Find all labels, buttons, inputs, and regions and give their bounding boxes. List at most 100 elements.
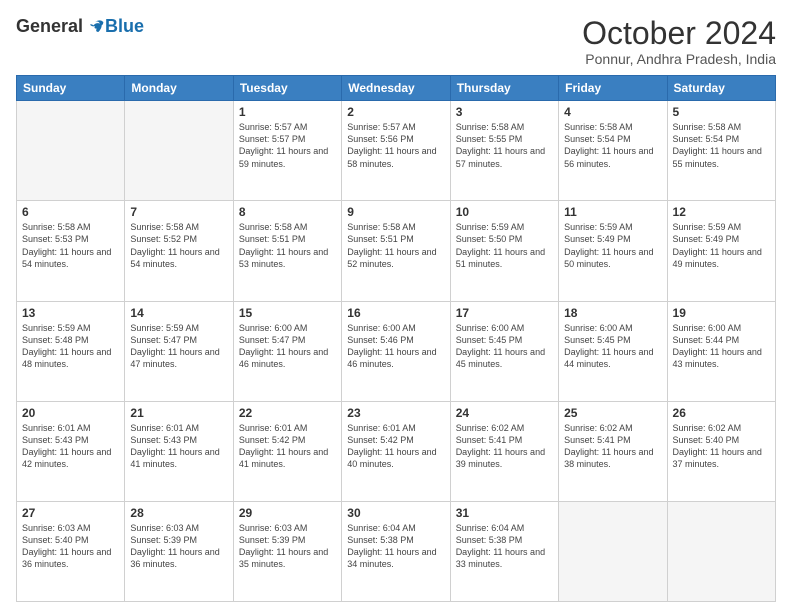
day-number: 18 [564,306,661,320]
table-row: 11 Sunrise: 5:59 AM Sunset: 5:49 PM Dayli… [559,201,667,301]
day-info: Sunrise: 5:58 AM Sunset: 5:55 PM Dayligh… [456,121,553,170]
table-row: 19 Sunrise: 6:00 AM Sunset: 5:44 PM Dayli… [667,301,775,401]
day-number: 4 [564,105,661,119]
day-info: Sunrise: 5:59 AM Sunset: 5:50 PM Dayligh… [456,221,553,270]
header: General Blue October 2024 Ponnur, Andhra… [16,16,776,67]
day-number: 3 [456,105,553,119]
month-title: October 2024 [582,16,776,51]
table-row: 30 Sunrise: 6:04 AM Sunset: 5:38 PM Dayli… [342,501,450,601]
day-number: 1 [239,105,336,119]
logo: General Blue [16,16,144,37]
day-info: Sunrise: 6:04 AM Sunset: 5:38 PM Dayligh… [456,522,553,571]
day-number: 9 [347,205,444,219]
calendar-week-row: 1 Sunrise: 5:57 AM Sunset: 5:57 PM Daylig… [17,101,776,201]
day-number: 21 [130,406,227,420]
day-info: Sunrise: 5:59 AM Sunset: 5:49 PM Dayligh… [564,221,661,270]
day-number: 17 [456,306,553,320]
day-info: Sunrise: 5:58 AM Sunset: 5:54 PM Dayligh… [564,121,661,170]
day-number: 12 [673,205,770,219]
table-row: 15 Sunrise: 6:00 AM Sunset: 5:47 PM Dayli… [233,301,341,401]
table-row: 4 Sunrise: 5:58 AM Sunset: 5:54 PM Daylig… [559,101,667,201]
day-number: 24 [456,406,553,420]
table-row: 2Sunrise: 5:57 AM Sunset: 5:56 PM Daylig… [342,101,450,201]
table-row: 31Sunrise: 6:04 AM Sunset: 5:38 PM Dayli… [450,501,558,601]
calendar-week-row: 13Sunrise: 5:59 AM Sunset: 5:48 PM Dayli… [17,301,776,401]
day-number: 27 [22,506,119,520]
day-number: 15 [239,306,336,320]
table-row: 7 Sunrise: 5:58 AM Sunset: 5:52 PM Daylig… [125,201,233,301]
table-row: 14 Sunrise: 5:59 AM Sunset: 5:47 PM Dayli… [125,301,233,401]
table-row: 17 Sunrise: 6:00 AM Sunset: 5:45 PM Dayli… [450,301,558,401]
day-info: Sunrise: 6:02 AM Sunset: 5:41 PM Dayligh… [564,422,661,471]
day-info: Sunrise: 6:01 AM Sunset: 5:42 PM Dayligh… [239,422,336,471]
col-saturday: Saturday [667,76,775,101]
table-row: 26Sunrise: 6:02 AM Sunset: 5:40 PM Dayli… [667,401,775,501]
day-number: 10 [456,205,553,219]
day-info: Sunrise: 6:02 AM Sunset: 5:41 PM Dayligh… [456,422,553,471]
day-number: 2 [347,105,444,119]
day-info: Sunrise: 6:03 AM Sunset: 5:39 PM Dayligh… [130,522,227,571]
table-row: 9 Sunrise: 5:58 AM Sunset: 5:51 PM Daylig… [342,201,450,301]
table-row: 13Sunrise: 5:59 AM Sunset: 5:48 PM Dayli… [17,301,125,401]
day-number: 7 [130,205,227,219]
logo-blue: Blue [105,16,144,37]
day-number: 14 [130,306,227,320]
day-number: 20 [22,406,119,420]
day-number: 23 [347,406,444,420]
day-number: 29 [239,506,336,520]
day-info: Sunrise: 6:00 AM Sunset: 5:45 PM Dayligh… [456,322,553,371]
table-row: 20Sunrise: 6:01 AM Sunset: 5:43 PM Dayli… [17,401,125,501]
day-info: Sunrise: 6:01 AM Sunset: 5:42 PM Dayligh… [347,422,444,471]
table-row: 27 Sunrise: 6:03 AM Sunset: 5:40 PM Dayli… [17,501,125,601]
day-info: Sunrise: 6:00 AM Sunset: 5:46 PM Dayligh… [347,322,444,371]
col-friday: Friday [559,76,667,101]
table-row: 25Sunrise: 6:02 AM Sunset: 5:41 PM Dayli… [559,401,667,501]
table-row: 18Sunrise: 6:00 AM Sunset: 5:45 PM Dayli… [559,301,667,401]
table-row: 22Sunrise: 6:01 AM Sunset: 5:42 PM Dayli… [233,401,341,501]
col-wednesday: Wednesday [342,76,450,101]
table-row: 29 Sunrise: 6:03 AM Sunset: 5:39 PM Dayli… [233,501,341,601]
table-row: 3 Sunrise: 5:58 AM Sunset: 5:55 PM Daylig… [450,101,558,201]
day-number: 6 [22,205,119,219]
day-info: Sunrise: 5:58 AM Sunset: 5:53 PM Dayligh… [22,221,119,270]
day-info: Sunrise: 6:03 AM Sunset: 5:40 PM Dayligh… [22,522,119,571]
day-info: Sunrise: 6:02 AM Sunset: 5:40 PM Dayligh… [673,422,770,471]
day-number: 11 [564,205,661,219]
day-info: Sunrise: 5:57 AM Sunset: 5:57 PM Dayligh… [239,121,336,170]
calendar-week-row: 20 Sunrise: 6:01 AM Sunset: 5:43 PM Dayli… [17,401,776,501]
day-info: Sunrise: 6:01 AM Sunset: 5:43 PM Dayligh… [130,422,227,471]
table-row: 1 Sunrise: 5:57 AM Sunset: 5:57 PM Daylig… [233,101,341,201]
day-info: Sunrise: 5:58 AM Sunset: 5:51 PM Dayligh… [347,221,444,270]
day-number: 5 [673,105,770,119]
day-number: 19 [673,306,770,320]
table-row: 12Sunrise: 5:59 AM Sunset: 5:49 PM Dayli… [667,201,775,301]
day-info: Sunrise: 5:58 AM Sunset: 5:52 PM Dayligh… [130,221,227,270]
col-thursday: Thursday [450,76,558,101]
day-info: Sunrise: 6:04 AM Sunset: 5:38 PM Dayligh… [347,522,444,571]
day-info: Sunrise: 5:58 AM Sunset: 5:54 PM Dayligh… [673,121,770,170]
table-row: 6 Sunrise: 5:58 AM Sunset: 5:53 PM Daylig… [17,201,125,301]
location-subtitle: Ponnur, Andhra Pradesh, India [582,51,776,67]
day-info: Sunrise: 6:03 AM Sunset: 5:39 PM Dayligh… [239,522,336,571]
calendar-week-row: 6 Sunrise: 5:58 AM Sunset: 5:53 PM Daylig… [17,201,776,301]
logo-bird-icon [85,17,105,37]
calendar-week-row: 27 Sunrise: 6:03 AM Sunset: 5:40 PM Dayli… [17,501,776,601]
day-info: Sunrise: 5:59 AM Sunset: 5:47 PM Dayligh… [130,322,227,371]
calendar-table: Sunday Monday Tuesday Wednesday Thursday… [16,75,776,602]
table-row [667,501,775,601]
table-row: 21 Sunrise: 6:01 AM Sunset: 5:43 PM Dayli… [125,401,233,501]
table-row: 24 Sunrise: 6:02 AM Sunset: 5:41 PM Dayli… [450,401,558,501]
col-tuesday: Tuesday [233,76,341,101]
day-info: Sunrise: 6:00 AM Sunset: 5:44 PM Dayligh… [673,322,770,371]
col-sunday: Sunday [17,76,125,101]
day-info: Sunrise: 6:00 AM Sunset: 5:47 PM Dayligh… [239,322,336,371]
title-section: October 2024 Ponnur, Andhra Pradesh, Ind… [582,16,776,67]
table-row [559,501,667,601]
calendar-header-row: Sunday Monday Tuesday Wednesday Thursday… [17,76,776,101]
day-info: Sunrise: 5:59 AM Sunset: 5:48 PM Dayligh… [22,322,119,371]
col-monday: Monday [125,76,233,101]
day-info: Sunrise: 5:58 AM Sunset: 5:51 PM Dayligh… [239,221,336,270]
day-number: 30 [347,506,444,520]
page: General Blue October 2024 Ponnur, Andhra… [0,0,792,612]
table-row: 10 Sunrise: 5:59 AM Sunset: 5:50 PM Dayli… [450,201,558,301]
